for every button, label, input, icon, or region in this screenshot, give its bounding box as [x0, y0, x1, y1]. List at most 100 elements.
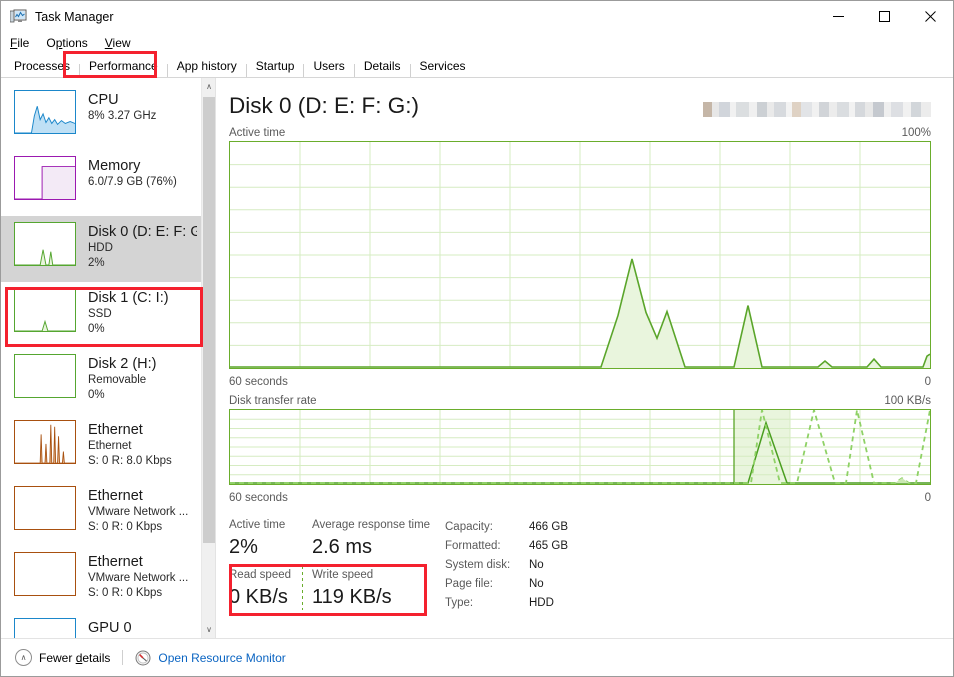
property-row: Capacity: 466 GB: [445, 518, 568, 537]
property-row: Page file: No: [445, 575, 568, 594]
title-bar: Task Manager: [1, 1, 953, 32]
sidebar-item-sub2: 2%: [88, 257, 105, 269]
disk2-thumbnail-graph: [14, 354, 76, 398]
minimize-button[interactable]: [815, 2, 861, 32]
close-button[interactable]: [907, 2, 953, 32]
property-value: No: [529, 578, 544, 590]
sidebar-item-text: Ethernet Ethernet S: 0 R: 8.0 Kbps: [88, 420, 172, 469]
disk-properties: Capacity: 466 GB Formatted: 465 GB Syste…: [445, 517, 568, 613]
tab-processes[interactable]: Processes: [5, 55, 79, 77]
fewer-details-button[interactable]: Fewer details: [39, 651, 110, 665]
sidebar-item-ethernet-2[interactable]: Ethernet VMware Network ... S: 0 R: 0 Kb…: [1, 480, 201, 546]
read-speed-value: 0 KB/s: [229, 586, 288, 608]
property-row: System disk: No: [445, 556, 568, 575]
active-time-graph: [229, 141, 931, 369]
active-time-axis-labels: 60 seconds 0: [229, 376, 931, 388]
sidebar-scrollbar[interactable]: ∧ ∨: [201, 78, 215, 638]
resource-sidebar: CPU 8% 3.27 GHz Memory 6.0/7.9 GB (76%): [1, 78, 216, 638]
sidebar-item-disk-2[interactable]: Disk 2 (H:) Removable 0%: [1, 348, 201, 414]
disk0-thumbnail-graph: [14, 222, 76, 266]
scroll-up-icon[interactable]: ∧: [202, 78, 215, 95]
open-resource-monitor-link[interactable]: Open Resource Monitor: [158, 651, 285, 665]
sidebar-item-title: Ethernet: [88, 554, 143, 570]
ethernet1-thumbnail-graph: [14, 420, 76, 464]
memory-thumbnail-graph: [14, 156, 76, 200]
disk1-thumbnail-graph: [14, 288, 76, 332]
sidebar-item-text: Ethernet VMware Network ... S: 0 R: 0 Kb…: [88, 486, 188, 535]
avg-response-label: Average response time: [312, 519, 431, 531]
active-time-max: 100%: [901, 127, 931, 139]
gpu0-thumbnail-graph: [14, 618, 76, 638]
sidebar-item-text: GPU 0: [88, 618, 132, 637]
active-time-graph-label: Active time 100%: [229, 127, 931, 139]
active-time-name: Active time: [229, 127, 286, 139]
menu-options[interactable]: Options: [46, 34, 95, 52]
active-time-min: 0: [924, 376, 931, 388]
sidebar-item-sub1: Removable: [88, 374, 147, 386]
sidebar-item-sub2: S: 0 R: 0 Kbps: [88, 587, 163, 599]
sidebar-item-title: CPU: [88, 92, 119, 108]
maximize-button[interactable]: [861, 2, 907, 32]
sidebar-item-sub2: 0%: [88, 389, 105, 401]
active-time-stat: Active time 2% Read speed 0 KB/s: [229, 517, 312, 613]
sidebar-item-title: Memory: [88, 158, 141, 174]
sidebar-item-disk-0[interactable]: Disk 0 (D: E: F: G HDD 2%: [1, 216, 201, 282]
sidebar-item-title: Disk 2 (H:): [88, 356, 157, 372]
tab-users[interactable]: Users: [304, 55, 353, 77]
sidebar-item-sub1: 6.0/7.9 GB (76%): [88, 176, 177, 188]
tab-app-history[interactable]: App history: [168, 55, 246, 77]
sidebar-item-disk-1[interactable]: Disk 1 (C: I:) SSD 0%: [1, 282, 201, 348]
sidebar-item-sub2: S: 0 R: 0 Kbps: [88, 521, 163, 533]
page-title: Disk 0 (D: E: F: G:): [229, 93, 420, 118]
transfer-rate-max: 100 KB/s: [884, 395, 931, 407]
property-key: Type:: [445, 597, 474, 609]
sidebar-item-ethernet-1[interactable]: Ethernet Ethernet S: 0 R: 8.0 Kbps: [1, 414, 201, 480]
property-key: Formatted:: [445, 540, 501, 552]
active-time-stat-label: Active time: [229, 519, 286, 531]
sidebar-item-text: Disk 1 (C: I:) SSD 0%: [88, 288, 169, 337]
redacted-device-name: [703, 102, 931, 117]
property-value: 466 GB: [529, 521, 568, 533]
scrollbar-thumb[interactable]: [203, 97, 215, 543]
sidebar-item-sub2: S: 0 R: 8.0 Kbps: [88, 455, 172, 467]
transfer-rate-axis-labels: 60 seconds 0: [229, 492, 931, 504]
status-bar: ∧ Fewer details Open Resource Monitor: [1, 638, 953, 676]
sidebar-item-title: Disk 1 (C: I:): [88, 290, 169, 306]
sidebar-item-text: Memory 6.0/7.9 GB (76%): [88, 156, 177, 190]
chevron-up-icon[interactable]: ∧: [15, 649, 32, 666]
active-time-x-label: 60 seconds: [229, 376, 288, 388]
sidebar-item-ethernet-3[interactable]: Ethernet VMware Network ... S: 0 R: 0 Kb…: [1, 546, 201, 612]
property-key: System disk:: [445, 559, 511, 571]
resource-list: CPU 8% 3.27 GHz Memory 6.0/7.9 GB (76%): [1, 78, 201, 638]
write-speed-value: 119 KB/s: [312, 586, 392, 608]
tab-details[interactable]: Details: [355, 55, 410, 77]
task-manager-window: Task Manager File Options View Processes…: [0, 0, 954, 677]
sidebar-item-gpu-0[interactable]: GPU 0: [1, 612, 201, 638]
performance-detail-panel: Disk 0 (D: E: F: G:) Active time 100% 60…: [216, 78, 953, 638]
transfer-rate-graph-label: Disk transfer rate 100 KB/s: [229, 395, 931, 407]
scroll-down-icon[interactable]: ∨: [202, 621, 215, 638]
active-time-stat-value: 2%: [229, 536, 258, 558]
menu-view[interactable]: View: [105, 34, 139, 52]
menu-file-label: ile: [17, 36, 30, 50]
property-row: Formatted: 465 GB: [445, 537, 568, 556]
tab-startup[interactable]: Startup: [247, 55, 304, 77]
sidebar-item-sub1: Ethernet: [88, 440, 132, 452]
menu-view-label: iew: [112, 36, 131, 50]
panel-header: Disk 0 (D: E: F: G:): [229, 92, 931, 120]
property-key: Page file:: [445, 578, 493, 590]
sidebar-item-cpu[interactable]: CPU 8% 3.27 GHz: [1, 84, 201, 150]
resource-monitor-icon: [135, 650, 151, 666]
stats-area: Active time 2% Read speed 0 KB/s Average…: [229, 517, 931, 616]
property-value: HDD: [529, 597, 554, 609]
menu-file[interactable]: File: [10, 34, 37, 52]
response-time-stat: Average response time 2.6 ms Write speed…: [302, 517, 445, 613]
cpu-thumbnail-graph: [14, 90, 76, 134]
write-speed-label: Write speed: [312, 569, 374, 581]
tab-bar: Processes Performance App history Startu…: [1, 51, 953, 78]
tab-services[interactable]: Services: [411, 55, 475, 77]
sidebar-item-memory[interactable]: Memory 6.0/7.9 GB (76%): [1, 150, 201, 216]
tab-performance[interactable]: Performance: [80, 55, 167, 77]
sidebar-item-text: CPU 8% 3.27 GHz: [88, 90, 156, 124]
sidebar-item-sub2: 0%: [88, 323, 105, 335]
